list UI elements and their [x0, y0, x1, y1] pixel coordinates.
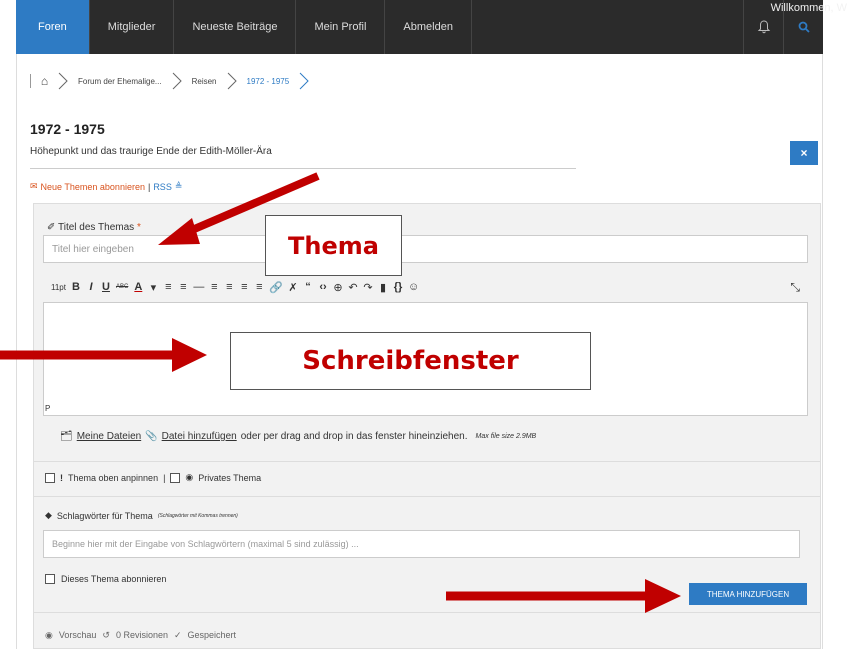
title-divider: [30, 168, 576, 169]
source-code-icon[interactable]: {}: [393, 281, 403, 293]
topic-title-input[interactable]: Titel hier eingeben: [43, 235, 808, 263]
nav-item-mitglieder[interactable]: Mitglieder: [90, 0, 175, 54]
subscribe-topic-checkbox[interactable]: [45, 574, 55, 584]
tags-label-text: Schlagwörter für Thema: [56, 510, 153, 521]
breadcrumb-item-forum[interactable]: Forum der Ehemalige...: [72, 77, 168, 86]
font-size-button[interactable]: 11pt: [51, 283, 66, 292]
tags-hint: (Schlagwörter mit Kommas trennen): [157, 512, 238, 519]
envelope-icon: ✉: [30, 181, 38, 191]
annotation-thema-label: Thema: [265, 215, 402, 276]
bold-button[interactable]: B: [71, 281, 81, 293]
undo-icon[interactable]: ↶: [348, 281, 358, 294]
subscribe-line: ✉ Neue Themen abonnieren | RSS ≜: [30, 181, 182, 192]
code-icon[interactable]: ‹›: [318, 281, 328, 293]
my-files-link[interactable]: Meine Dateien: [77, 431, 141, 442]
history-icon: ↺: [102, 630, 110, 640]
page-title: 1972 - 1975: [30, 121, 105, 137]
quote-icon[interactable]: “: [303, 281, 313, 293]
subscribe-new-topics-link[interactable]: Neue Themen abonnieren: [41, 182, 145, 192]
eye-icon: ◉: [45, 630, 53, 640]
chevron-right-icon: [295, 72, 313, 90]
exclamation-icon: !: [60, 472, 63, 483]
subscribe-topic-option: Dieses Thema abonnieren: [45, 574, 166, 584]
text-color-button[interactable]: A: [133, 281, 143, 293]
bullet-list-icon[interactable]: ≡: [163, 281, 173, 293]
pin-topic-label: Thema oben anpinnen: [68, 472, 159, 483]
redo-icon[interactable]: ↷: [363, 281, 373, 294]
paste-icon[interactable]: ▮: [378, 281, 388, 294]
topic-options: ! Thema oben anpinnen | ◉ Privates Thema: [45, 472, 261, 483]
editor-path: P: [45, 404, 51, 413]
footer-divider: [33, 612, 821, 613]
add-file-link[interactable]: Datei hinzufügen: [162, 431, 237, 442]
revisions-link[interactable]: 0 Revisionen: [116, 630, 168, 641]
options-separator: |: [163, 472, 166, 483]
preview-link[interactable]: Vorschau: [59, 630, 97, 641]
top-navigation: Foren Mitglieder Neueste Beiträge Mein P…: [16, 0, 823, 54]
subscribe-topic-label: Dieses Thema abonnieren: [61, 574, 167, 584]
breadcrumb: ⌂ Forum der Ehemalige... Reisen 1972 - 1…: [30, 68, 313, 94]
breadcrumb-item-current[interactable]: 1972 - 1975: [241, 77, 296, 86]
caret-down-icon[interactable]: ▾: [148, 281, 158, 294]
folder-icon: 🗂: [60, 431, 73, 442]
tags-divider: [33, 496, 821, 497]
chevron-right-icon: [168, 72, 186, 90]
editor-toolbar: 11pt B I U ABC A ▾ ≡ ≡ — ≡ ≡ ≡ ≡ 🔗 ✗ “ ‹…: [43, 272, 808, 302]
annotation-schreibfenster-label: Schreibfenster: [230, 332, 591, 390]
saved-status: Gespeichert: [187, 630, 237, 640]
align-left-icon[interactable]: ≡: [209, 281, 219, 293]
emoji-icon[interactable]: ☺: [408, 281, 419, 293]
add-topic-button[interactable]: THEMA HINZUFÜGEN: [689, 583, 807, 605]
check-icon: ✓: [173, 630, 182, 640]
paperclip-icon: 📎: [145, 431, 158, 442]
private-topic-label: Privates Thema: [198, 472, 262, 483]
drag-drop-text: oder per drag and drop in das fenster hi…: [240, 431, 468, 442]
insert-icon[interactable]: ⊕: [333, 281, 343, 294]
pencil-icon: ✐: [47, 222, 56, 233]
private-topic-checkbox[interactable]: [170, 472, 181, 483]
horizontal-rule-icon[interactable]: —: [193, 281, 204, 293]
home-icon[interactable]: ⌂: [30, 74, 54, 88]
numbered-list-icon[interactable]: ≡: [178, 281, 188, 293]
italic-button[interactable]: I: [86, 281, 96, 293]
nav-item-neueste-beitraege[interactable]: Neueste Beiträge: [174, 0, 297, 54]
chevron-right-icon: [223, 72, 241, 90]
align-right-icon[interactable]: ≡: [239, 281, 249, 293]
tag-icon: ◆: [45, 510, 52, 520]
max-file-size: Max file size 2.9MB: [475, 433, 537, 440]
unlink-icon[interactable]: ✗: [288, 281, 298, 294]
tags-label: ◆ Schlagwörter für Thema (Schlagwörter m…: [45, 510, 238, 521]
options-divider: [33, 461, 821, 462]
nav-item-foren[interactable]: Foren: [16, 0, 90, 54]
breadcrumb-item-reisen[interactable]: Reisen: [186, 77, 223, 86]
tags-input[interactable]: Beginne hier mit der Eingabe von Schlagw…: [43, 530, 800, 558]
nav-item-abmelden[interactable]: Abmelden: [385, 0, 472, 54]
required-mark: *: [136, 222, 141, 233]
link-icon[interactable]: 🔗: [269, 281, 283, 294]
chevron-right-icon: [54, 72, 72, 90]
file-upload-line: 🗂 Meine Dateien 📎 Datei hinzufügen oder …: [60, 431, 536, 442]
rss-link[interactable]: RSS: [153, 182, 172, 192]
align-justify-icon[interactable]: ≡: [254, 281, 264, 293]
rss-icon: ≜: [174, 181, 183, 191]
subscribe-separator: |: [147, 181, 151, 192]
align-center-icon[interactable]: ≡: [224, 281, 234, 293]
eye-slash-icon: ◉: [185, 472, 194, 482]
close-button[interactable]: ×: [790, 141, 818, 165]
topic-label-text: Titel des Themas: [58, 222, 135, 233]
expand-icon[interactable]: ⤡: [790, 280, 800, 295]
nav-item-mein-profil[interactable]: Mein Profil: [296, 0, 386, 54]
page-subtitle: Höhepunkt und das traurige Ende der Edit…: [30, 146, 272, 157]
topic-label: ✐ Titel des Themas *: [47, 222, 141, 233]
editor-footer: ◉ Vorschau ↺ 0 Revisionen ✓ Gespeichert: [45, 630, 236, 641]
strikethrough-button[interactable]: ABC: [116, 284, 128, 290]
welcome-text: Willkommen, W: [770, 2, 847, 14]
pin-topic-checkbox[interactable]: [45, 472, 55, 483]
underline-button[interactable]: U: [101, 281, 111, 293]
